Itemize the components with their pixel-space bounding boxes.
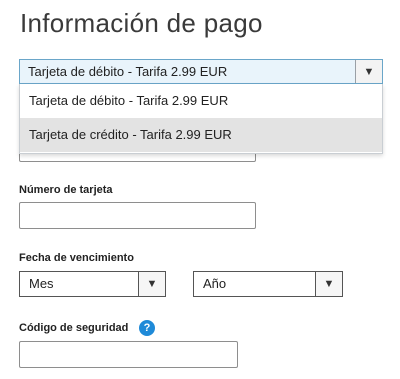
option-credit-card[interactable]: Tarjeta de crédito - Tarifa 2.99 EUR <box>20 118 382 152</box>
expiry-year-value: Año <box>203 276 227 291</box>
payment-type-value: Tarjeta de débito - Tarifa 2.99 EUR <box>28 64 228 79</box>
dropdown-arrow-icon[interactable]: ▼ <box>355 60 382 83</box>
page-title: Información de pago <box>20 8 263 38</box>
chevron-down-icon[interactable]: ▼ <box>315 272 342 296</box>
security-code-label: Código de seguridad <box>19 322 129 334</box>
expiry-year-select[interactable]: Año ▼ <box>193 271 343 297</box>
expiry-month-select[interactable]: Mes ▼ <box>19 271 166 297</box>
option-debit-card[interactable]: Tarjeta de débito - Tarifa 2.99 EUR <box>20 84 382 118</box>
help-icon[interactable]: ? <box>139 320 155 336</box>
chevron-down-icon[interactable]: ▼ <box>138 272 165 296</box>
security-code-input[interactable] <box>19 341 238 368</box>
payment-type-select[interactable]: Tarjeta de débito - Tarifa 2.99 EUR ▼ <box>19 59 383 84</box>
card-number-label: Número de tarjeta <box>19 184 113 196</box>
expiry-month-value: Mes <box>29 276 54 291</box>
card-number-input[interactable] <box>19 202 256 229</box>
expiry-date-label: Fecha de vencimiento <box>19 252 134 264</box>
payment-type-options: Tarjeta de débito - Tarifa 2.99 EUR Tarj… <box>19 84 383 154</box>
